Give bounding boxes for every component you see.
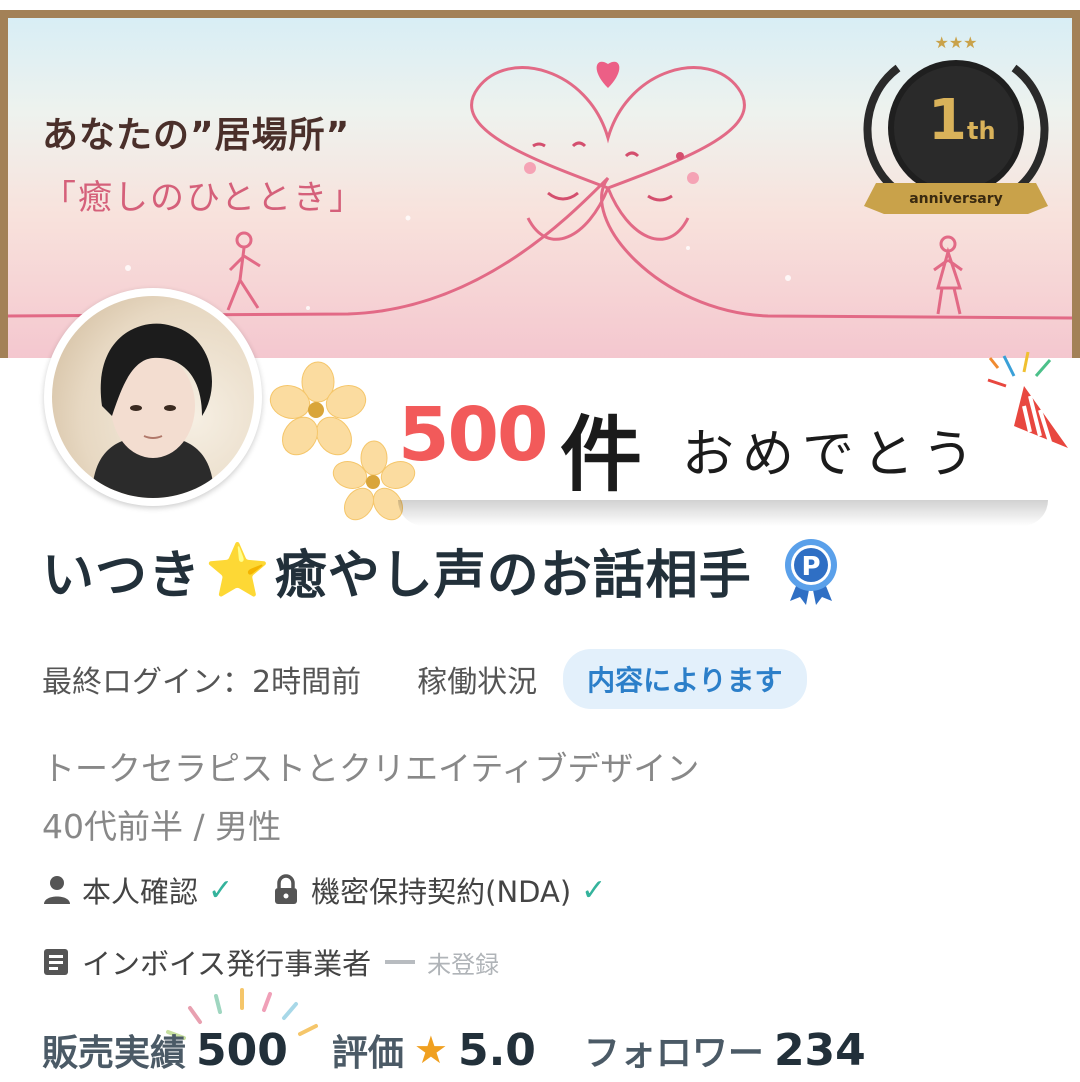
invoice-status: 未登録 — [427, 950, 500, 979]
followers-label[interactable]: フォロワー — [584, 1024, 764, 1076]
verification-row: 本人確認 ✓ 機密保持契約(NDA) ✓ — [42, 866, 606, 914]
svg-text:★★★: ★★★ — [934, 33, 977, 52]
login-status-row: 最終ログイン： 2時間前 稼働状況 内容によります — [42, 649, 807, 709]
last-login-label: 最終ログイン： — [42, 665, 252, 700]
occupation: トークセラピストとクリエイティブデザイン — [42, 749, 700, 788]
sales-value: 500 — [196, 1024, 288, 1076]
sales-label: 販売実績 — [42, 1033, 187, 1074]
pro-badge-icon: P — [784, 539, 837, 605]
badge-text: anniversary — [909, 191, 1003, 207]
rating-label: 評価 — [331, 1033, 404, 1074]
celebration-shadow — [398, 500, 1048, 526]
check-icon: ✓ — [208, 872, 234, 908]
banner-title: あなたの”居場所” — [42, 115, 351, 156]
document-icon — [44, 949, 68, 975]
invoice-label: インボイス発行事業者 — [82, 947, 372, 981]
status-label: 稼働状況 — [417, 665, 538, 700]
name-part2: 癒やし声のお話相手 — [274, 545, 752, 606]
dash-icon — [385, 960, 416, 964]
invoice-row: インボイス発行事業者 未登録 — [42, 938, 499, 986]
banner-subtitle: 「癒しのひととき」 — [42, 178, 365, 218]
followers-value[interactable]: 234 — [774, 1025, 866, 1076]
pro-badge-letter: P — [801, 552, 820, 582]
star-rating-icon: ★ — [413, 1028, 448, 1072]
nda-label: 機密保持契約(NDA) — [311, 875, 572, 909]
name-part1: いつき — [42, 545, 202, 606]
celebration-unit: 件 — [560, 408, 643, 503]
avatar-image — [52, 296, 254, 498]
lock-icon — [275, 874, 298, 904]
party-popper-icon — [987, 351, 1068, 448]
age-gender: 40代前半 / 男性 — [42, 807, 282, 846]
badge-number-digit: 1 — [928, 88, 967, 153]
identity-label: 本人確認 — [82, 875, 199, 909]
person-icon — [44, 876, 70, 904]
avatar[interactable] — [44, 288, 262, 506]
stats-row: 販売実績 500 評価 ★ 5.0 フォロワー 234 — [42, 1018, 866, 1082]
last-login-value: 2時間前 — [252, 665, 362, 700]
celebration-message: おめでとう — [682, 425, 983, 485]
profile-name: いつき ⭐ 癒やし声のお話相手 P — [42, 530, 846, 610]
check-icon: ✓ — [581, 872, 607, 908]
star-icon: ⭐ — [205, 540, 271, 601]
rating-value: 5.0 — [457, 1024, 536, 1076]
celebration-count: 500 — [398, 392, 548, 478]
badge-number: 1th — [928, 88, 996, 153]
status-badge: 内容によります — [563, 649, 807, 709]
badge-number-suffix: th — [966, 117, 996, 145]
